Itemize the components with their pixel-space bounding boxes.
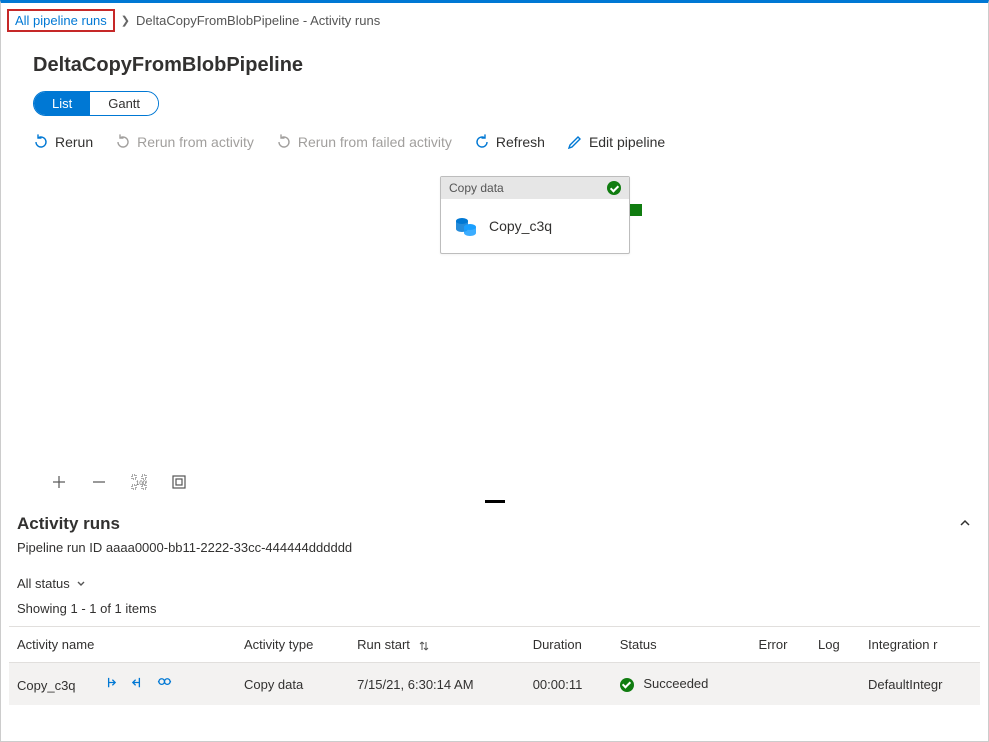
refresh-icon: [474, 134, 490, 150]
cell-error: [751, 663, 811, 706]
col-log[interactable]: Log: [810, 627, 860, 663]
zoom-in-icon[interactable]: [51, 474, 67, 490]
page-title: DeltaCopyFromBlobPipeline: [33, 54, 968, 77]
rerun-from-failed-button: Rerun from failed activity: [276, 134, 452, 150]
pencil-icon: [567, 134, 583, 150]
copy-data-icon: [453, 213, 479, 239]
breadcrumb-current: DeltaCopyFromBlobPipeline - Activity run…: [136, 11, 380, 30]
chevron-down-icon: [76, 579, 86, 589]
rerun-activity-label: Rerun from activity: [137, 134, 254, 150]
sort-icon: [418, 640, 430, 652]
toolbar: Rerun Rerun from activity Rerun from fai…: [33, 126, 968, 164]
rerun-failed-label: Rerun from failed activity: [298, 134, 452, 150]
edit-pipeline-button[interactable]: Edit pipeline: [567, 134, 665, 150]
cell-activity-name: Copy_c3q: [17, 678, 76, 693]
rerun-failed-icon: [276, 134, 292, 150]
run-id-value: aaaa0000-bb11-2222-33cc-444444dddddd: [106, 540, 352, 555]
rerun-activity-icon: [115, 134, 131, 150]
view-toggle-list[interactable]: List: [34, 92, 90, 115]
rerun-from-activity-button: Rerun from activity: [115, 134, 254, 150]
success-icon: [620, 678, 634, 692]
chevron-up-icon: [958, 516, 972, 530]
chevron-right-icon: ❯: [121, 14, 130, 27]
cell-log: [810, 663, 860, 706]
success-icon: [607, 181, 621, 195]
activity-runs-pane: Activity runs Pipeline run ID aaaa0000-b…: [1, 500, 988, 705]
col-run-start-label: Run start: [357, 637, 410, 652]
activity-runs-table: Activity name Activity type Run start Du…: [9, 626, 980, 705]
activity-node-copy[interactable]: Copy data Copy_c3q: [440, 176, 630, 254]
refresh-button[interactable]: Refresh: [474, 134, 545, 150]
pipeline-run-id: Pipeline run ID aaaa0000-bb11-2222-33cc-…: [9, 534, 980, 569]
cell-run-start: 7/15/21, 6:30:14 AM: [349, 663, 525, 706]
view-toggle: List Gantt: [33, 91, 159, 116]
table-row[interactable]: Copy_c3q Copy data 7/15/21, 6:30:14 AM 0…: [9, 663, 980, 706]
zoom-out-icon[interactable]: [91, 474, 107, 490]
zoom-reset-icon[interactable]: 100%: [131, 474, 147, 490]
rerun-label: Rerun: [55, 134, 93, 150]
activity-runs-heading: Activity runs: [17, 514, 120, 534]
details-icon[interactable]: [157, 675, 172, 693]
activity-node-type: Copy data: [449, 181, 504, 195]
cell-status: Succeeded: [643, 676, 708, 691]
rerun-icon: [33, 134, 49, 150]
status-filter-dropdown[interactable]: All status: [17, 576, 86, 591]
cell-activity-type: Copy data: [236, 663, 349, 706]
status-filter-label: All status: [17, 576, 70, 591]
col-activity-name[interactable]: Activity name: [9, 627, 236, 663]
col-status[interactable]: Status: [612, 627, 751, 663]
col-duration[interactable]: Duration: [525, 627, 612, 663]
view-toggle-gantt[interactable]: Gantt: [90, 92, 158, 115]
breadcrumb: All pipeline runs ❯ DeltaCopyFromBlobPip…: [1, 3, 988, 38]
input-icon[interactable]: [103, 675, 118, 693]
activity-canvas[interactable]: Copy data Copy_c3q: [33, 164, 968, 464]
cell-integration: DefaultIntegr: [860, 663, 980, 706]
activity-node-header: Copy data: [441, 177, 629, 199]
activity-node-name: Copy_c3q: [489, 218, 552, 234]
cell-duration: 00:00:11: [525, 663, 612, 706]
breadcrumb-all-runs-link[interactable]: All pipeline runs: [7, 9, 115, 32]
node-output-port[interactable]: [630, 204, 642, 216]
col-run-start[interactable]: Run start: [349, 627, 525, 663]
zoom-fit-icon[interactable]: [171, 474, 187, 490]
collapse-pane-button[interactable]: [958, 516, 972, 533]
edit-pipeline-label: Edit pipeline: [589, 134, 665, 150]
col-activity-type[interactable]: Activity type: [236, 627, 349, 663]
col-error[interactable]: Error: [751, 627, 811, 663]
rerun-button[interactable]: Rerun: [33, 134, 93, 150]
results-count: Showing 1 - 1 of 1 items: [9, 601, 980, 626]
refresh-label: Refresh: [496, 134, 545, 150]
zoom-toolbar: 100%: [33, 464, 968, 500]
output-icon[interactable]: [130, 675, 145, 693]
svg-text:100%: 100%: [136, 481, 147, 487]
activity-node-body: Copy_c3q: [441, 199, 629, 253]
col-integration[interactable]: Integration r: [860, 627, 980, 663]
run-id-label: Pipeline run ID: [17, 540, 102, 555]
